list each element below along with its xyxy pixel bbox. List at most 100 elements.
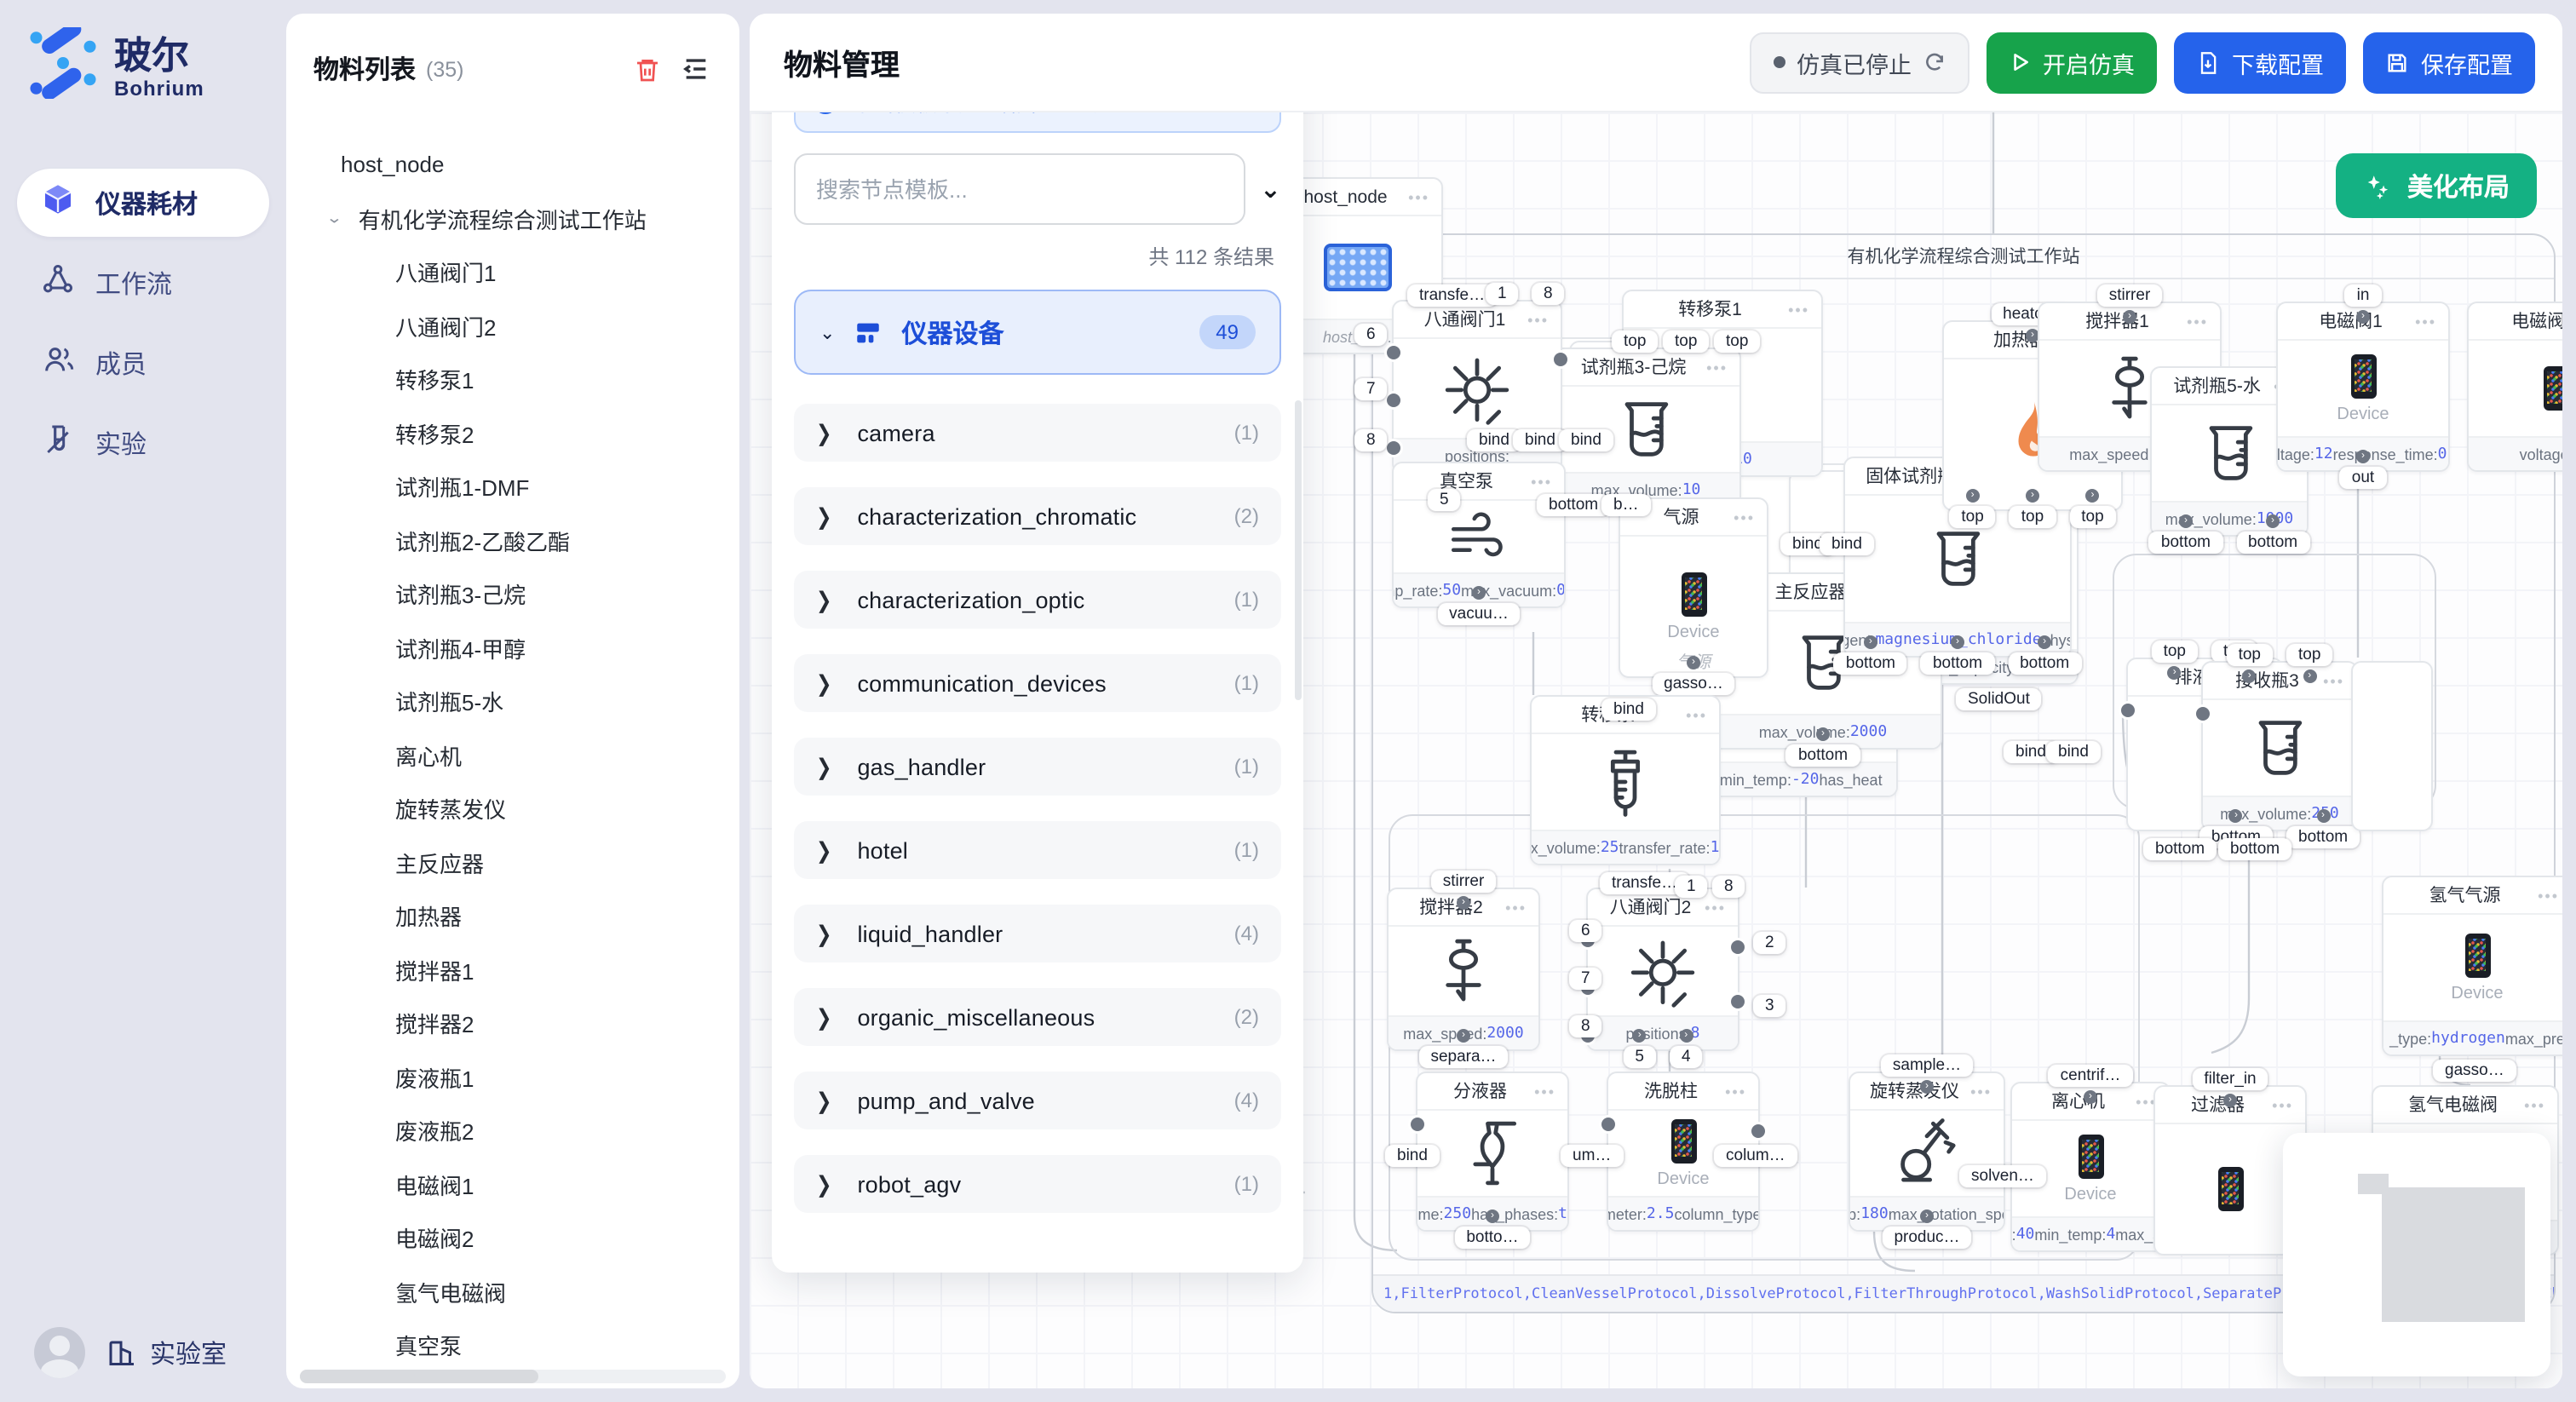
- material-item[interactable]: 试剂瓶1-DMF: [327, 460, 726, 514]
- node-menu-icon[interactable]: •••: [1408, 188, 1429, 205]
- template-category-row[interactable]: ❯robot_agv(1): [794, 1155, 1281, 1213]
- material-group[interactable]: ⌄有机化学流程综合测试工作站: [327, 192, 726, 245]
- material-item[interactable]: 八通阀门2: [327, 299, 726, 353]
- sidebar-item-lab[interactable]: 实验室: [106, 1335, 227, 1370]
- save-config-button[interactable]: 保存配置: [2363, 32, 2535, 93]
- flow-node-气源[interactable]: 气源•••Device气源gasso…: [1619, 497, 1768, 678]
- node-menu-icon[interactable]: •••: [1970, 1083, 1992, 1100]
- node-menu-icon[interactable]: •••: [2538, 887, 2559, 904]
- material-item[interactable]: 废液瓶1: [327, 1050, 726, 1104]
- flow-node-接收瓶3[interactable]: 接收瓶3•••max_volume: 250toptopbottombottom: [2201, 661, 2358, 831]
- node-menu-icon[interactable]: •••: [1505, 899, 1527, 916]
- node-menu-icon[interactable]: •••: [1686, 706, 1707, 723]
- material-item[interactable]: 离心机: [327, 728, 726, 782]
- template-category-row[interactable]: ❯camera(1): [794, 404, 1281, 462]
- node-menu-icon[interactable]: •••: [2415, 313, 2436, 330]
- device-icon: [2350, 353, 2376, 398]
- minimap-viewport[interactable]: [2382, 1187, 2525, 1322]
- save-icon: [2385, 50, 2409, 74]
- chevron-right-icon: ❯: [816, 1087, 831, 1113]
- material-item[interactable]: 氢气电磁阀: [327, 1265, 726, 1319]
- template-category-row[interactable]: ❯communication_devices(1): [794, 654, 1281, 712]
- node-params: positions: 8: [1588, 1015, 1738, 1049]
- material-item[interactable]: 八通阀门1: [327, 245, 726, 299]
- category-instruments[interactable]: ⌄仪器设备49: [794, 290, 1281, 375]
- bohrium-logo-icon: [27, 27, 99, 107]
- material-item[interactable]: 旋转蒸发仪: [327, 782, 726, 836]
- material-item[interactable]: 电磁阀2: [327, 1211, 726, 1265]
- node-menu-icon[interactable]: •••: [1706, 359, 1728, 376]
- node-params: max_volume: 250: [2203, 796, 2356, 830]
- node-menu-icon[interactable]: •••: [1705, 899, 1726, 916]
- material-item[interactable]: 搅拌器2: [327, 997, 726, 1050]
- flow-node-电磁阀2[interactable]: 电磁阀2•••voltage: 12: [2467, 302, 2562, 472]
- avatar[interactable]: [34, 1327, 85, 1378]
- sidebar-item-members[interactable]: 成员: [17, 329, 269, 397]
- node-menu-icon[interactable]: •••: [2323, 672, 2344, 689]
- node-menu-icon[interactable]: •••: [2187, 313, 2208, 330]
- sim-status-badge[interactable]: 仿真已停止: [1749, 32, 1969, 93]
- template-category-row[interactable]: ❯pump_and_valve(4): [794, 1072, 1281, 1129]
- node-menu-icon[interactable]: •••: [2272, 1096, 2293, 1113]
- template-category-row[interactable]: ❯characterization_optic(1): [794, 571, 1281, 629]
- beautify-layout-button[interactable]: 美化布局: [2336, 153, 2537, 218]
- port-label: top: [1612, 330, 1658, 353]
- flow-node-搅拌器2[interactable]: 搅拌器2•••max_speed: 2000stirrersepara…: [1387, 888, 1540, 1051]
- material-item[interactable]: 试剂瓶5-水: [327, 675, 726, 728]
- start-sim-button[interactable]: 开启仿真: [1987, 32, 2157, 93]
- flow-node-真空泵[interactable]: 真空泵•••ump_rate: 50 max_vacuum: 0.1vacuu…: [1392, 462, 1566, 608]
- material-item[interactable]: 加热器: [327, 889, 726, 943]
- material-item[interactable]: 真空泵: [327, 1319, 726, 1372]
- material-item[interactable]: 试剂瓶4-甲醇: [327, 621, 726, 675]
- material-item[interactable]: 试剂瓶3-己烷: [327, 567, 726, 621]
- logo-title: 玻尔: [114, 35, 204, 76]
- flow-node-电磁阀1[interactable]: 电磁阀1•••Devicevoltage: 12 response_time: …: [2276, 302, 2450, 472]
- node-menu-icon[interactable]: •••: [1734, 509, 1755, 526]
- minimap[interactable]: [2283, 1133, 2550, 1376]
- material-root[interactable]: host_node: [327, 138, 726, 192]
- materials-hscrollbar[interactable]: [300, 1370, 726, 1383]
- port-label: bottom: [2143, 838, 2217, 860]
- flow-node-旋转蒸发仪[interactable]: 旋转蒸发仪•••temp: 180 max_rotation_speed:sam…: [1849, 1072, 2005, 1232]
- material-item[interactable]: 试剂瓶2-乙酸乙酯: [327, 514, 726, 567]
- delete-button[interactable]: [630, 52, 664, 86]
- port-label: 6: [1354, 324, 1388, 346]
- flow-node-氢气气源[interactable]: 氢气气源•••Device_type: hydrogen max_pre: [2382, 876, 2562, 1056]
- material-item[interactable]: 主反应器: [327, 836, 726, 889]
- node-menu-icon[interactable]: •••: [1527, 311, 1549, 328]
- chevron-down-icon: ⌄: [819, 321, 835, 343]
- flow-node-八通阀门2[interactable]: 八通阀门2•••positions: 854: [1586, 888, 1739, 1051]
- material-item[interactable]: 电磁阀1: [327, 1158, 726, 1211]
- flow-node[interactable]: [2351, 661, 2433, 831]
- node-menu-icon[interactable]: •••: [1725, 1083, 1746, 1100]
- beaker-icon: [1608, 392, 1683, 467]
- sidebar-item-experiment[interactable]: 实验: [17, 409, 269, 477]
- node-menu-icon[interactable]: •••: [2524, 1096, 2545, 1113]
- port-label: stirrer: [1431, 871, 1497, 893]
- search-input[interactable]: [794, 153, 1246, 225]
- node-menu-icon[interactable]: •••: [1788, 301, 1809, 318]
- node-menu-icon[interactable]: •••: [1531, 473, 1552, 490]
- template-category-row[interactable]: ❯gas_handler(1): [794, 738, 1281, 796]
- port-label: bind: [1601, 698, 1656, 721]
- node-menu-icon[interactable]: •••: [1534, 1083, 1555, 1100]
- flow-node-转移泵2[interactable]: 转移泵2•••ax_volume: 25 transfer_rate: 10: [1530, 695, 1721, 865]
- template-category-row[interactable]: ❯hotel(1): [794, 821, 1281, 879]
- material-item[interactable]: 转移泵2: [327, 406, 726, 460]
- sidebar-item-workflow[interactable]: 工作流: [17, 249, 269, 317]
- collapse-panel-button[interactable]: [678, 52, 712, 86]
- port-label: bottom: [1834, 652, 1907, 675]
- download-config-button[interactable]: 下载配置: [2174, 32, 2346, 93]
- flow-node-试剂瓶3-己烷[interactable]: 试剂瓶3-己烷•••max_volume: 10: [1550, 348, 1741, 508]
- template-category-row[interactable]: ❯characterization_chromatic(2): [794, 487, 1281, 545]
- page-title: 物料管理: [784, 41, 900, 83]
- material-item[interactable]: 废液瓶2: [327, 1104, 726, 1158]
- template-category-row[interactable]: ❯liquid_handler(4): [794, 905, 1281, 962]
- port-label: um…: [1561, 1145, 1623, 1167]
- material-item[interactable]: 搅拌器1: [327, 943, 726, 997]
- template-category-row[interactable]: ❯organic_miscellaneous(2): [794, 988, 1281, 1046]
- sidebar-item-cube[interactable]: 仪器耗材: [17, 169, 269, 237]
- material-item[interactable]: 转移泵1: [327, 353, 726, 406]
- template-scrollbar[interactable]: [1295, 400, 1302, 700]
- chevron-down-icon[interactable]: ⌄: [1260, 174, 1281, 204]
